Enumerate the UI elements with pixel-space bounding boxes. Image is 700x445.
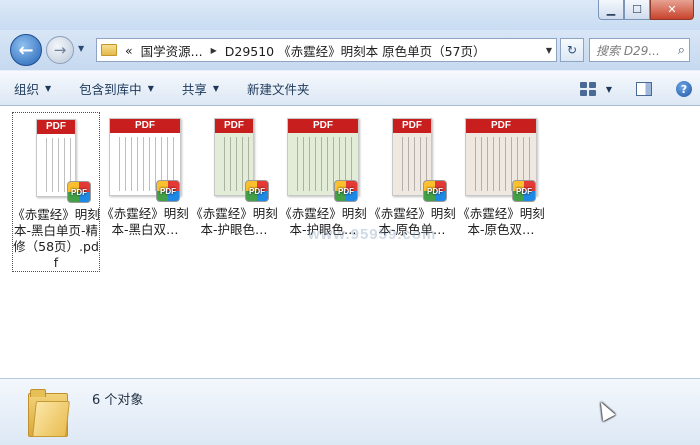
refresh-icon: ↻ (566, 43, 578, 57)
file-thumbnail: PDF PDF (197, 118, 271, 202)
address-dropdown-icon[interactable]: ▼ (546, 46, 552, 55)
share-label: 共享 (181, 81, 207, 97)
refresh-button[interactable]: ↻ (560, 38, 584, 62)
chevron-down-icon: ▼ (78, 44, 85, 53)
pdf-file-icon: PDF (334, 180, 358, 202)
preview-pane-icon[interactable] (636, 82, 652, 96)
organize-label: 组织 (14, 81, 40, 97)
address-bar[interactable]: « 国学资源... ▶ D29510 《赤霆经》明刻本 原色单页（57页） ▼ (96, 38, 557, 62)
file-item[interactable]: PDF PDF 《赤霆经》明刻本-原色单… (368, 112, 456, 272)
breadcrumb-item-current[interactable]: D29510 《赤霆经》明刻本 原色单页（57页） (225, 41, 486, 60)
pdf-file-icon: PDF (423, 180, 447, 202)
back-button[interactable]: ← (10, 34, 42, 66)
pdf-file-icon: PDF (156, 180, 180, 202)
minimize-icon: ▁ (606, 3, 616, 16)
change-view-icon[interactable] (579, 82, 596, 96)
pdf-file-icon: PDF (67, 181, 91, 203)
file-item[interactable]: PDF PDF 《赤霆经》明刻本-护眼色… (190, 112, 278, 272)
folder-icon (101, 44, 117, 56)
forward-arrow-icon: → (53, 41, 67, 59)
mouse-cursor-icon (594, 398, 616, 422)
close-button[interactable]: ✕ (650, 0, 694, 20)
address-overflow-button[interactable]: « (125, 43, 133, 58)
title-bar: ▁ ☐ ✕ (0, 0, 700, 30)
back-arrow-icon: ← (18, 39, 34, 61)
command-toolbar: 组织 ▼ 包含到库中 ▼ 共享 ▼ 新建文件夹 ▼ ? (0, 70, 700, 106)
help-icon[interactable]: ? (676, 81, 692, 97)
folder-icon (28, 389, 70, 437)
view-options-dropdown-icon[interactable]: ▼ (606, 85, 612, 94)
pdf-file-icon: PDF (512, 180, 536, 202)
pdf-header-label: PDF (215, 119, 253, 133)
recent-pages-button[interactable]: ▼ (78, 44, 84, 53)
pdf-header-label: PDF (288, 119, 358, 133)
search-icon[interactable]: ⌕ (678, 43, 685, 58)
file-thumbnail: PDF PDF (108, 118, 182, 202)
include-in-library-label: 包含到库中 (79, 81, 142, 97)
organize-menu-button[interactable]: 组织 ▼ (0, 71, 65, 105)
toolbar-right-group: ▼ ? (579, 71, 700, 107)
forward-button[interactable]: → (46, 36, 74, 64)
chevron-down-icon: ▼ (212, 83, 220, 93)
help-glyph: ? (680, 82, 688, 96)
file-thumbnail: PDF PDF (375, 118, 449, 202)
pdf-header-label: PDF (37, 120, 75, 134)
breadcrumb-item-root[interactable]: 国学资源... (141, 41, 203, 60)
item-count: 6 个对象 (92, 393, 144, 408)
pdf-file-icon: PDF (245, 180, 269, 202)
breadcrumb-separator-icon[interactable]: ▶ (211, 46, 217, 55)
chevron-down-icon: ▼ (147, 83, 154, 93)
pdf-header-label: PDF (466, 119, 536, 133)
search-input[interactable]: 搜索 D29... ⌕ (589, 38, 690, 62)
file-name: 《赤霆经》明刻本-黑白单页-精修（58页）.pdf (12, 207, 100, 270)
file-item[interactable]: PDF PDF 《赤霆经》明刻本-黑白双… (101, 112, 189, 272)
window-controls: ▁ ☐ ✕ (598, 0, 694, 22)
file-name: 《赤霆经》明刻本-黑白双… (101, 206, 189, 237)
maximize-icon: ☐ (632, 3, 642, 16)
navigation-bar: ← → ▼ « 国学资源... ▶ D29510 《赤霆经》明刻本 原色单页（5… (0, 30, 700, 70)
file-thumbnail: PDF PDF (464, 118, 538, 202)
close-icon: ✕ (667, 3, 677, 16)
pdf-header-label: PDF (110, 119, 180, 133)
share-menu-button[interactable]: 共享 ▼ (168, 71, 233, 105)
file-item[interactable]: PDF PDF 《赤霆经》明刻本-黑白单页-精修（58页）.pdf (12, 112, 100, 272)
chevron-down-icon: ▼ (45, 83, 52, 93)
pdf-header-label: PDF (393, 119, 431, 133)
file-item[interactable]: PDF PDF 《赤霆经》明刻本-护眼色… (279, 112, 367, 272)
minimize-button[interactable]: ▁ (598, 0, 624, 20)
file-item[interactable]: PDF PDF 《赤霆经》明刻本-原色双… (457, 112, 545, 272)
details-pane: 6 个对象 (0, 378, 700, 445)
new-folder-button[interactable]: 新建文件夹 (233, 71, 324, 105)
include-in-library-button[interactable]: 包含到库中 ▼ (65, 71, 168, 105)
file-thumbnail: PDF PDF (286, 118, 360, 202)
maximize-button[interactable]: ☐ (624, 0, 650, 20)
new-folder-label: 新建文件夹 (247, 81, 310, 97)
search-placeholder: 搜索 D29... (596, 43, 660, 58)
file-name: 《赤霆经》明刻本-原色双… (457, 206, 545, 237)
file-name: 《赤霆经》明刻本-护眼色… (190, 206, 278, 237)
watermark-text: www.95959.com (308, 226, 437, 243)
file-thumbnail: PDF PDF (19, 119, 93, 203)
